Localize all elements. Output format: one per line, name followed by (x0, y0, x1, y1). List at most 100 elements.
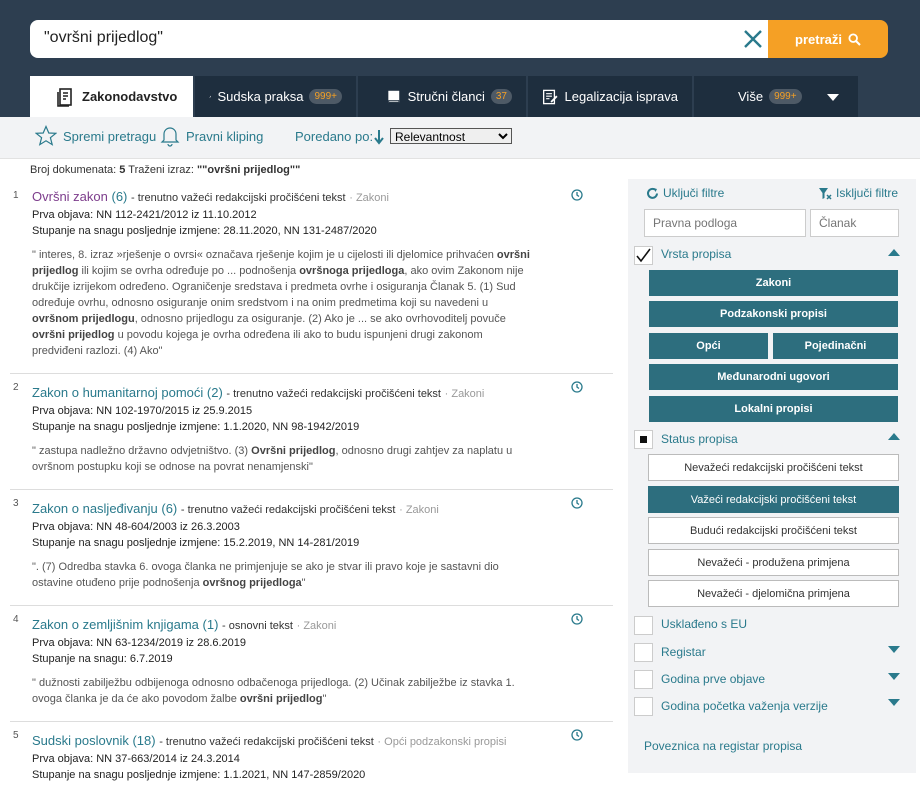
result-title-line: Sudski poslovnik (18) - trenutno važeći … (32, 732, 613, 751)
save-search-label: Spremi pretragu (63, 128, 157, 144)
sort-arrow-icon[interactable] (373, 129, 385, 145)
save-search-button[interactable]: Spremi pretragu (35, 125, 156, 147)
tab-strucni-clanci[interactable]: Stručni članci 37 (358, 76, 528, 117)
eu-label: Usklađeno s EU (661, 617, 748, 631)
expand-first-pub-year-icon[interactable] (888, 673, 900, 680)
result-hit-count: (2) (206, 385, 223, 400)
register-link[interactable]: Poveznica na registar propisa (644, 739, 802, 753)
result-title-link[interactable]: Zakon o zemljišnim knjigama (32, 617, 199, 632)
result-title-line: Ovršni zakon (6) - trenutno važeći redak… (32, 188, 613, 207)
snippet-highlight: ovršni prijedlog (239, 693, 323, 705)
clock-icon[interactable] (571, 189, 583, 201)
clock-icon[interactable] (571, 381, 583, 393)
result-number: 5 (13, 730, 19, 741)
filter-zakoni-button[interactable]: Zakoni (649, 270, 898, 296)
status-buduci-pt-button[interactable]: Budući redakcijski pročišćeni tekst (648, 517, 899, 544)
search-term: ""ovršni prijedlog"" (196, 164, 301, 176)
snippet-highlight: Ovršni prijedlog (251, 445, 336, 457)
search-icon (848, 32, 861, 46)
filter-podzakonski-button[interactable]: Podzakonski propisi (649, 301, 898, 327)
search-button-label: pretraži (795, 31, 842, 47)
result-title-line: Zakon o humanitarnoj pomoći (2) - trenut… (32, 384, 613, 403)
filter-sidebar: Uključi filtre Isključi filtre Vrsta pro… (628, 179, 916, 773)
top-header: pretraži Zakonodavstvo Sudska praksa 999… (0, 0, 920, 117)
result-first-publication: Prva objava: NN 63-1234/2019 iz 28.6.201… (32, 637, 247, 649)
count-label: Broj dokumenata: (30, 164, 117, 176)
result-category: · Zakoni (399, 504, 439, 516)
filter-label: Međunarodni ugovori (717, 371, 830, 383)
snippet-highlight: ovršnog prijedloga (202, 577, 302, 589)
tab-label: Legalizacija isprava (564, 89, 678, 104)
results-list: 1 Ovršni zakon (6) - trenutno važeći reda… (10, 182, 613, 783)
tab-vise[interactable]: Više 999+ (694, 76, 860, 117)
filter-label: Nevažeći - djelomična primjena (697, 587, 850, 600)
tab-zakonodavstvo[interactable]: Zakonodavstvo (30, 76, 195, 117)
filter-medunarodni-button[interactable]: Međunarodni ugovori (649, 364, 898, 390)
result-status: - trenutno važeći redakcijski pročišćeni… (159, 736, 374, 748)
result-title-link[interactable]: Zakon o nasljeđivanju (32, 501, 158, 516)
first-pub-year-checkbox[interactable] (634, 670, 653, 689)
filter-lokalni-button[interactable]: Lokalni propisi (649, 396, 898, 422)
legal-basis-input[interactable] (644, 209, 806, 237)
search-button[interactable]: pretraži (768, 20, 888, 58)
status-djelomicna-button[interactable]: Nevažeći - djelomična primjena (648, 580, 899, 607)
expand-register-icon[interactable] (888, 646, 900, 653)
result-hit-count: (18) (132, 733, 156, 748)
result-title-link[interactable]: Zakon o humanitarnoj pomoći (32, 385, 203, 400)
search-input[interactable] (44, 29, 724, 47)
clear-search-icon[interactable] (740, 26, 766, 52)
legal-clipping-button[interactable]: Pravni kliping (160, 125, 263, 147)
result-number: 4 (13, 614, 19, 625)
collapse-type-icon[interactable] (888, 249, 900, 256)
status-vazeci-pt-button[interactable]: Važeći redakcijski pročišćeni tekst (648, 486, 899, 513)
snippet-text: ili kojim se ovrha određuje po ... podno… (78, 265, 300, 277)
snippet-highlight: ovršni prijedlog (32, 329, 115, 341)
results-summary: Broj dokumenata: 5 Traženi izraz: ""ovrš… (30, 164, 300, 176)
expand-version-year-icon[interactable] (888, 699, 900, 706)
article-input[interactable] (810, 209, 899, 237)
result-title-line: Zakon o nasljeđivanju (6) - trenutno važ… (32, 500, 613, 519)
type-checkbox[interactable] (634, 246, 653, 265)
clock-icon[interactable] (571, 613, 583, 625)
result-first-publication: Prva objava: NN 102-1970/2015 iz 25.9.20… (32, 405, 253, 417)
result-effective-date: Stupanje na snagu posljednje izmjene: 1.… (32, 421, 360, 433)
refresh-icon (647, 187, 658, 199)
search-box (30, 20, 770, 58)
order-select[interactable]: Relevantnost (390, 128, 512, 144)
tab-sudska-praksa[interactable]: Sudska praksa 999+ (195, 76, 358, 117)
result-number: 1 (13, 190, 19, 201)
filter-label: Budući redakcijski pročišćeni tekst (690, 524, 857, 537)
checkmark-icon (636, 248, 651, 263)
result-title-link[interactable]: Ovršni zakon (32, 189, 108, 204)
book-icon (388, 90, 400, 102)
document-edit-icon (542, 89, 558, 104)
result-item: 4 Zakon o zemljišnim knjigama (1) - osnov… (10, 606, 613, 722)
result-number: 3 (13, 498, 19, 509)
filter-opci-button[interactable]: Opći (649, 333, 768, 359)
tab-label: Sudska praksa (217, 89, 304, 104)
clock-icon[interactable] (571, 729, 583, 741)
eu-checkbox[interactable] (634, 616, 653, 635)
exclude-filters-button[interactable]: Isključi filtre (818, 186, 898, 200)
results-toolbar: Spremi pretragu Pravni kliping Poredano … (0, 117, 920, 159)
status-checkbox[interactable] (634, 430, 653, 449)
status-produzena-button[interactable]: Nevažeći - produžena primjena (648, 549, 899, 576)
filter-pojedinacni-button[interactable]: Pojedinačni (773, 333, 898, 359)
status-nevazeci-pt-button[interactable]: Nevažeći redakcijski pročišćeni tekst (648, 454, 899, 481)
term-label: Traženi izraz: (128, 164, 194, 176)
tab-label: Više (738, 89, 764, 104)
gavel-icon (209, 95, 212, 98)
filter-label: Nevažeći - produžena primjena (697, 556, 850, 569)
snippet-text: " (322, 693, 327, 705)
result-first-publication: Prva objava: NN 48-604/2003 iz 26.3.2003 (32, 521, 240, 533)
tab-legalizacija-isprava[interactable]: Legalizacija isprava (528, 76, 694, 117)
filter-label: Podzakonski propisi (720, 308, 827, 320)
clock-icon[interactable] (571, 497, 583, 509)
version-year-checkbox[interactable] (634, 697, 653, 716)
collapse-status-icon[interactable] (888, 433, 900, 440)
register-checkbox[interactable] (634, 643, 653, 662)
include-filters-button[interactable]: Uključi filtre (646, 186, 724, 200)
star-icon (35, 125, 57, 146)
bell-icon (160, 127, 180, 147)
result-title-link[interactable]: Sudski poslovnik (32, 733, 129, 748)
